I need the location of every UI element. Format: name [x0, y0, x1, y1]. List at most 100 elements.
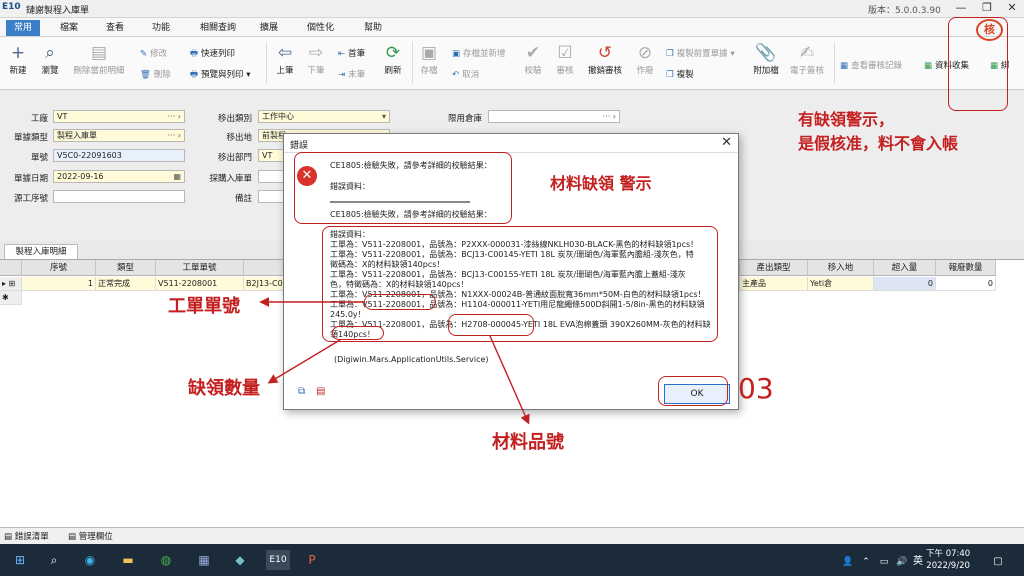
- esign-button[interactable]: ✍ 電子簽核: [786, 43, 828, 76]
- network-icon[interactable]: ▭: [874, 552, 894, 572]
- annotation-box-summary: [294, 152, 512, 224]
- annotation-step: 03: [738, 372, 774, 405]
- first-button[interactable]: ⇤ 首筆: [338, 47, 365, 61]
- restore-button[interactable]: ❐: [976, 1, 998, 16]
- grid-header-scrap[interactable]: 報廢數量: [936, 260, 996, 276]
- cell-dest[interactable]: Yeti倉: [808, 277, 874, 291]
- manage-icon: ▤: [68, 532, 79, 542]
- delete-detail-button[interactable]: ▤ 刪除當前明細: [70, 43, 128, 76]
- e10-app-icon[interactable]: E10: [266, 550, 290, 570]
- save-add-button[interactable]: ▣ 存檔並新增: [452, 47, 506, 61]
- edit-button[interactable]: ✎ 修改: [140, 47, 167, 61]
- view-log-button[interactable]: ▦ 查看審核記錄: [840, 59, 902, 73]
- new-button[interactable]: + 新建: [4, 43, 32, 76]
- notification-icon[interactable]: ▢: [988, 552, 1008, 572]
- app-icon[interactable]: ◆: [230, 550, 250, 570]
- menu-personalize[interactable]: 個性化: [299, 20, 342, 36]
- limit-wh-label: 限用倉庫: [447, 114, 482, 124]
- grid-header-type[interactable]: 類型: [96, 260, 156, 276]
- annotation-box-item: [448, 314, 534, 336]
- menu-common[interactable]: 常用: [6, 20, 41, 36]
- refresh-button[interactable]: ⟳ 刷新: [380, 43, 406, 76]
- purchase-label: 採購入庫單: [209, 174, 252, 184]
- minimize-button[interactable]: —: [950, 1, 972, 16]
- void-icon: ⊘: [637, 43, 653, 63]
- row-indicator[interactable]: ▸ ⊞: [0, 277, 22, 291]
- edge-icon[interactable]: ◉: [80, 550, 100, 570]
- tab-error-list[interactable]: ▤ 錯誤清單: [4, 530, 49, 542]
- grid-header-dest[interactable]: 移入地: [808, 260, 874, 276]
- grid-header-seq[interactable]: 序號: [22, 260, 96, 276]
- copy-before-button[interactable]: ❐ 複製前置單據 ▾: [666, 47, 735, 61]
- search-icon[interactable]: ⌕: [44, 550, 64, 570]
- menu-file[interactable]: 檔案: [52, 20, 86, 36]
- cell-scrap[interactable]: 0: [936, 277, 996, 291]
- version-label: 版本：5.0.0.3.90: [868, 6, 941, 16]
- menu-help[interactable]: 幫助: [356, 20, 390, 36]
- cell-type[interactable]: 正常完成: [96, 277, 156, 291]
- copy-text-icon[interactable]: ⧉: [298, 386, 305, 397]
- tab-manage-fields[interactable]: ▤ 管理欄位: [68, 530, 113, 542]
- cell-out-type[interactable]: 主產品: [740, 277, 808, 291]
- annotation-wo-no: 工單單號: [168, 296, 240, 317]
- limit-wh-field[interactable]: ··· ›: [488, 110, 620, 123]
- bottom-tab-bar: ▤ 錯誤清單 ▤ 管理欄位: [0, 527, 1024, 544]
- dialog-title: 錯誤: [290, 141, 309, 151]
- annotation-item-no: 材料品號: [492, 432, 564, 453]
- validate-button[interactable]: ✔ 校驗: [520, 43, 546, 76]
- windows-start-icon[interactable]: ⊞: [10, 550, 30, 570]
- quick-print-button[interactable]: 🖶 快速列印: [190, 47, 235, 61]
- source-op-field[interactable]: [53, 190, 185, 203]
- menu-related-query[interactable]: 相關查詢: [192, 20, 244, 36]
- detail-icon[interactable]: ▤: [316, 386, 325, 397]
- doc-type-field[interactable]: 製程入庫單 ··· ›: [53, 129, 185, 142]
- menu-extend[interactable]: 擴展: [252, 20, 286, 36]
- new-row-indicator[interactable]: ✱: [0, 291, 22, 305]
- cell-over[interactable]: 0: [874, 277, 936, 291]
- browse-button[interactable]: ⌕ 瀏覽: [36, 43, 64, 76]
- grid-header-out-type[interactable]: 產出類型: [740, 260, 808, 276]
- powerpoint-icon[interactable]: P: [302, 550, 322, 570]
- taskbar: ⊞ ⌕ ◉ ▬ ◍ ▦ ◆ E10 P 👤 ⌃ ▭ 🔊 英 下午 07:40 20…: [0, 544, 1024, 576]
- calculator-icon[interactable]: ▦: [194, 550, 214, 570]
- cell-wo[interactable]: V511-2208001: [156, 277, 244, 291]
- delete-button[interactable]: 🗑 刪除: [140, 68, 171, 82]
- grid-header-over[interactable]: 超入量: [874, 260, 936, 276]
- copy-icon: ❐: [666, 70, 674, 80]
- unapprove-button[interactable]: ↺ 撤銷審核: [584, 43, 626, 76]
- transfer-type-field[interactable]: 工作中心 ▾: [258, 110, 390, 123]
- copy-button[interactable]: ❐ 複製: [666, 68, 694, 82]
- copy-icon: ❐: [666, 49, 674, 59]
- grid-header-wo[interactable]: 工單單號: [156, 260, 244, 276]
- menu-view[interactable]: 查看: [98, 20, 132, 36]
- cancel-button[interactable]: ↶ 取消: [452, 68, 479, 82]
- clock[interactable]: 下午 07:40 2022/9/20: [926, 548, 970, 572]
- preview-print-button[interactable]: 🖶 預覽與列印 ▾: [190, 68, 251, 82]
- person-icon[interactable]: 👤: [838, 552, 858, 572]
- doc-date-field[interactable]: 2022-09-16 ▦: [53, 170, 185, 183]
- doc-no-field[interactable]: V5C0-22091603: [53, 149, 185, 162]
- dialog-close-button[interactable]: ✕: [721, 135, 732, 150]
- toolbar-divider: [412, 42, 413, 84]
- prev-button[interactable]: ⇦ 上筆: [272, 43, 298, 76]
- toolbar-divider: [266, 42, 267, 84]
- approve-button[interactable]: ☑ 審核: [552, 43, 578, 76]
- last-button[interactable]: ⇥ 末筆: [338, 68, 365, 82]
- refresh-icon: ⟳: [385, 43, 401, 63]
- tab-detail[interactable]: 製程入庫明細: [4, 244, 78, 259]
- chrome-icon[interactable]: ◍: [156, 550, 176, 570]
- pencil-icon: ✎: [140, 49, 148, 59]
- ime-indicator[interactable]: 英: [908, 552, 928, 572]
- window-title: 鏈謝製程入庫單: [26, 6, 90, 16]
- file-explorer-icon[interactable]: ▬: [118, 550, 138, 570]
- annotation-box-wo: [364, 294, 436, 310]
- cell-seq[interactable]: 1: [22, 277, 96, 291]
- next-button[interactable]: ⇨ 下筆: [303, 43, 329, 76]
- tray-up-icon[interactable]: ⌃: [856, 552, 876, 572]
- menu-function[interactable]: 功能: [144, 20, 178, 36]
- void-button[interactable]: ⊘ 作廢: [632, 43, 658, 76]
- save-button[interactable]: ▣ 存檔: [416, 43, 442, 76]
- factory-field[interactable]: VT ··· ›: [53, 110, 185, 123]
- attach-button[interactable]: 📎 附加檔: [750, 43, 782, 76]
- close-window-button[interactable]: ✕: [1001, 1, 1023, 16]
